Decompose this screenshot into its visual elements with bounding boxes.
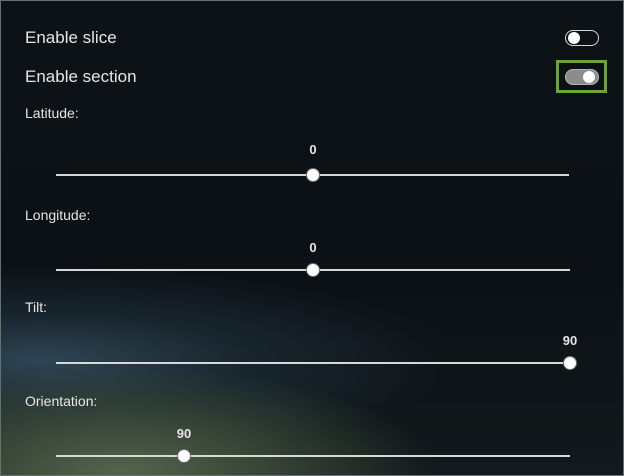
orientation-value: 90 [176, 426, 192, 441]
tilt-slider-thumb[interactable] [563, 356, 577, 370]
latitude-slider-thumb[interactable] [306, 168, 320, 182]
enable-slice-toggle[interactable] [565, 30, 599, 46]
longitude-slider-thumb[interactable] [306, 263, 320, 277]
latitude-label: Latitude: [25, 105, 79, 121]
toggle-knob [583, 71, 595, 83]
orientation-slider-thumb[interactable] [177, 449, 191, 463]
orientation-slider-track[interactable] [56, 455, 570, 457]
enable-section-label: Enable section [25, 67, 137, 86]
longitude-value: 0 [309, 240, 317, 255]
latitude-value: 0 [309, 142, 317, 157]
orientation-label: Orientation: [25, 393, 98, 409]
enable-section-toggle[interactable] [565, 69, 599, 85]
tilt-value: 90 [562, 333, 578, 348]
longitude-label: Longitude: [25, 207, 91, 223]
tilt-slider-track[interactable] [56, 362, 570, 364]
toggle-knob [568, 32, 580, 44]
slice-section-panel: Enable slice Enable section Latitude: 0 … [0, 0, 624, 476]
tilt-label: Tilt: [25, 299, 48, 315]
enable-slice-label: Enable slice [25, 28, 117, 47]
